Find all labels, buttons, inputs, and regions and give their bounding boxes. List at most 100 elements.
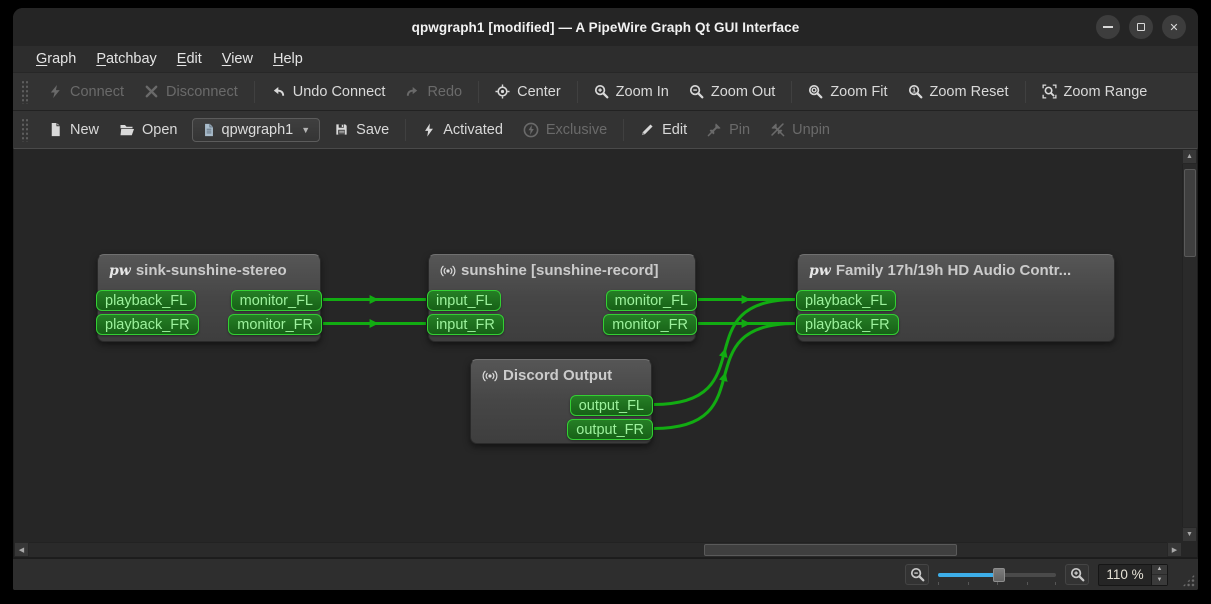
spin-up-button[interactable]: ▲ [1152,565,1167,576]
zoom-value[interactable]: 110 % [1099,565,1151,585]
center-label: Center [517,84,561,100]
undo-connect-label: Undo Connect [293,84,386,100]
zoom-reset-button[interactable]: 1Zoom Reset [898,79,1019,105]
port-output-fl[interactable]: output_FL [570,395,653,416]
statusbar: 110 % ▲ ▼ [13,558,1198,590]
qpwgraph1-dropdown[interactable]: qpwgraph1 ▼ [192,118,321,142]
menu-item-help[interactable]: Help [263,49,313,69]
port-monitor-fr[interactable]: monitor_FR [603,314,697,335]
save-button[interactable]: Save [324,117,399,143]
port-playback-fl[interactable]: playback_FL [96,290,196,311]
open-label: Open [142,122,177,138]
maximize-button[interactable] [1129,15,1153,39]
node-discord-output[interactable]: Discord Outputoutput_FLoutput_FR [470,359,652,444]
open-button[interactable]: Open [109,117,187,143]
toolbar-separator [1025,81,1026,103]
maximize-icon [1137,23,1145,31]
port-label: playback_FR [105,317,190,333]
scroll-down-button[interactable]: ▼ [1182,527,1197,542]
undo-connect-button[interactable]: Undo Connect [261,79,396,105]
port-playback-fl[interactable]: playback_FL [796,290,896,311]
toolbar-separator [623,119,624,141]
port-monitor-fr[interactable]: monitor_FR [228,314,322,335]
node-title-text: Family 17h/19h HD Audio Contr... [836,262,1071,279]
disconnect-button[interactable]: Disconnect [134,79,248,105]
close-icon: ✕ [1169,21,1178,34]
minimize-icon [1103,26,1113,28]
exclusive-icon [523,122,539,138]
zoom-in-button[interactable]: Zoom In [584,79,679,105]
new-file-icon [48,122,63,137]
toolbar-grip[interactable] [21,80,29,104]
port-label: playback_FL [105,293,187,309]
port-monitor-fl[interactable]: monitor_FL [606,290,697,311]
scroll-up-button[interactable]: ▲ [1182,149,1197,164]
port-label: monitor_FR [237,317,313,333]
edit-button[interactable]: Edit [630,117,697,143]
menu-item-edit[interactable]: Edit [167,49,212,69]
port-label: output_FR [576,422,644,438]
activated-button[interactable]: Activated [412,117,513,143]
node-title-text: sink-sunshine-stereo [136,262,287,279]
port-playback-fr[interactable]: playback_FR [796,314,899,335]
port-playback-fr[interactable]: playback_FR [96,314,199,335]
zoom-spinbox[interactable]: 110 % ▲ ▼ [1098,564,1168,586]
port-input-fr[interactable]: input_FR [427,314,504,335]
minimize-button[interactable] [1096,15,1120,39]
zoom-fit-button[interactable]: Zoom Fit [798,79,897,105]
open-folder-icon [119,122,135,138]
new-button[interactable]: New [38,117,109,143]
port-input-fl[interactable]: input_FL [427,290,501,311]
vertical-scrollbar[interactable]: ▲ ▼ [1182,149,1197,542]
close-button[interactable]: ✕ [1162,15,1186,39]
connect-icon [48,84,63,99]
zoom-reset-icon: 1 [908,84,923,99]
qpwgraph1-label: qpwgraph1 [222,122,294,138]
toolbar-file: New Open qpwgraph1 ▼ Save ActivatedExclusive E… [13,110,1198,148]
menu-item-view[interactable]: View [212,49,263,69]
pin-button[interactable]: Pin [697,117,760,143]
zoom-fit-icon [808,84,823,99]
node-sink-sunshine-stereo[interactable]: pwsink-sunshine-stereoplayback_FLplaybac… [97,254,321,342]
connect-label: Connect [70,84,124,100]
spin-down-button[interactable]: ▼ [1152,575,1167,585]
activated-icon [422,123,436,137]
zoom-out-button[interactable] [905,564,929,585]
zoom-out-button[interactable]: Zoom Out [679,79,785,105]
port-monitor-fl[interactable]: monitor_FL [231,290,322,311]
resize-grip[interactable] [1182,574,1195,587]
center-button[interactable]: Center [485,79,571,105]
zoom-slider-fill [938,573,999,577]
exclusive-button[interactable]: Exclusive [513,117,617,143]
port-label: input_FL [436,293,492,309]
horizontal-scroll-thumb[interactable] [704,544,957,556]
menu-item-graph[interactable]: Graph [26,49,86,69]
horizontal-scrollbar[interactable]: ◀ ▶ [14,542,1182,557]
save-label: Save [356,122,389,138]
port-label: monitor_FR [612,317,688,333]
port-output-fr[interactable]: output_FR [567,419,653,440]
zoom-slider-handle[interactable] [993,568,1005,582]
unpin-label: Unpin [792,122,830,138]
edit-label: Edit [662,122,687,138]
zoom-slider[interactable] [938,566,1056,584]
new-label: New [70,122,99,138]
scroll-right-button[interactable]: ▶ [1167,542,1182,557]
unpin-button[interactable]: Unpin [760,117,840,143]
redo-button[interactable]: Redo [395,79,472,105]
toolbar-grip[interactable] [21,118,29,142]
chevron-down-icon: ▼ [301,125,310,135]
zoom-in-button[interactable] [1065,564,1089,585]
zoom-range-label: Zoom Range [1064,84,1148,100]
scroll-left-button[interactable]: ◀ [14,542,29,557]
connect-button[interactable]: Connect [38,79,134,105]
node-sunshine-sunshine-record[interactable]: sunshine [sunshine-record] input_FL input_… [428,254,696,342]
node-title: sunshine [sunshine-record] [429,255,695,279]
node-family-17h-19h-hd-audio-contr[interactable]: pwFamily 17h/19h HD Audio Contr...playba… [797,254,1115,342]
vertical-scroll-thumb[interactable] [1184,169,1196,257]
port-label: playback_FR [805,317,890,333]
menu-item-patchbay[interactable]: Patchbay [86,49,166,69]
redo-icon [405,84,420,99]
graph-canvas[interactable]: pwsink-sunshine-stereoplayback_FLplaybac… [13,148,1198,558]
zoom-range-button[interactable]: Zoom Range [1032,79,1158,105]
